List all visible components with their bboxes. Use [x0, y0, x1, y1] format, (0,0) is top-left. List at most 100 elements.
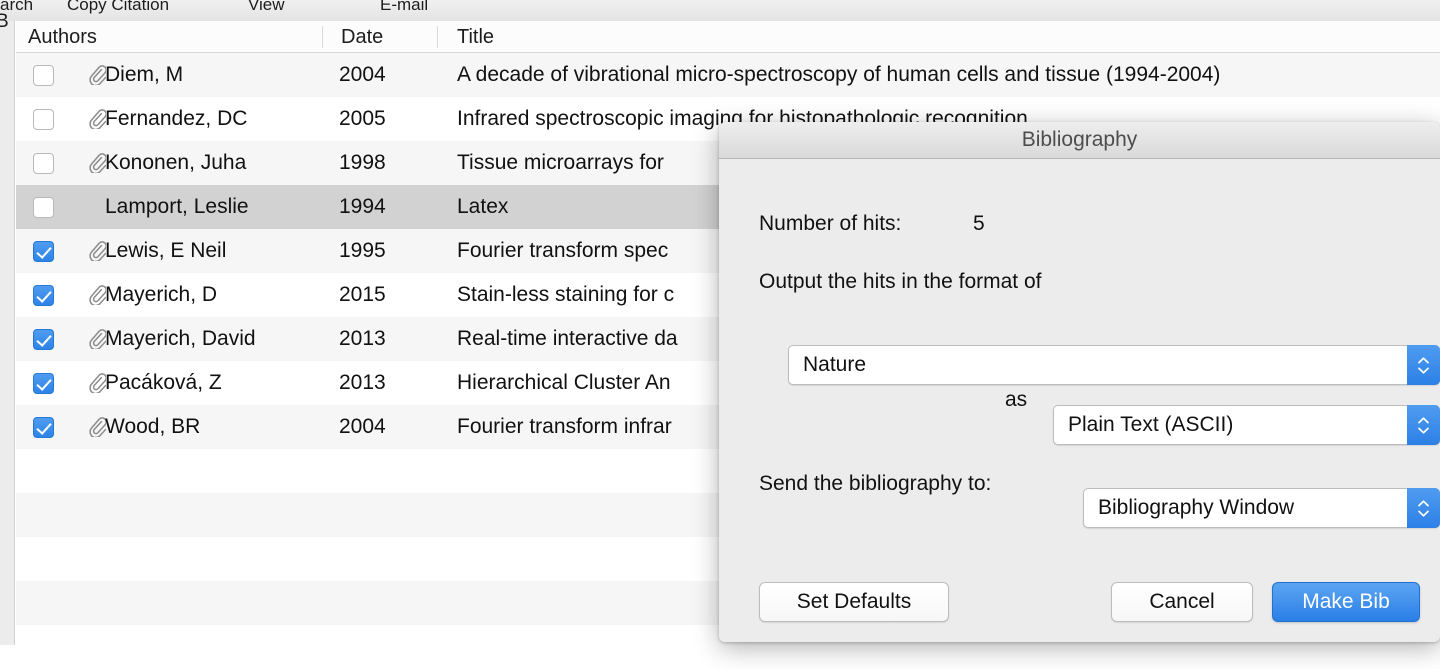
column-divider[interactable]	[437, 26, 438, 48]
dialog-body: Number of hits: 5 Output the hits in the…	[719, 160, 1440, 642]
row-title: Latex	[457, 195, 508, 219]
row-authors: Pacáková, Z	[105, 371, 222, 395]
bibliography-dialog: Bibliography Number of hits: 5 Output th…	[719, 122, 1440, 642]
chevron-down-icon	[1418, 510, 1429, 517]
paperclip-icon	[89, 417, 106, 437]
attachment-indicator[interactable]	[89, 241, 106, 261]
row-title: Real-time interactive da	[457, 327, 678, 351]
column-header-authors[interactable]: Authors	[28, 26, 97, 49]
row-date: 1995	[339, 239, 386, 263]
cancel-button[interactable]: Cancel	[1111, 582, 1253, 622]
paperclip-icon	[89, 329, 106, 349]
application-window: archCopy CitationViewE-mail B Authors Da…	[0, 0, 1440, 645]
row-checkbox[interactable]	[33, 417, 54, 438]
column-divider[interactable]	[322, 26, 323, 48]
attachment-indicator[interactable]	[89, 65, 106, 85]
chevron-down-icon	[1418, 427, 1429, 434]
output-format-label: Output the hits in the format of	[759, 270, 1042, 294]
row-authors: Kononen, Juha	[105, 151, 246, 175]
attachment-indicator[interactable]	[89, 417, 106, 437]
row-title: Hierarchical Cluster An	[457, 371, 671, 395]
row-checkbox[interactable]	[33, 109, 54, 130]
set-defaults-button[interactable]: Set Defaults	[759, 582, 949, 622]
row-authors: Mayerich, David	[105, 327, 256, 351]
row-date: 1998	[339, 151, 386, 175]
row-title: Tissue microarrays for	[457, 151, 664, 175]
row-authors: Wood, BR	[105, 415, 200, 439]
dialog-titlebar[interactable]: Bibliography	[719, 122, 1440, 159]
chevron-up-icon	[1418, 357, 1429, 364]
paperclip-icon	[89, 65, 106, 85]
row-checkbox[interactable]	[33, 153, 54, 174]
sidebar[interactable]: B	[0, 21, 15, 645]
chevron-up-icon	[1418, 417, 1429, 424]
checkbox-checked-icon	[33, 329, 54, 350]
format-dropdown[interactable]: Nature	[788, 345, 1440, 385]
dialog-title: Bibliography	[1022, 128, 1138, 152]
attachment-indicator[interactable]	[89, 109, 106, 129]
send-bibliography-label: Send the bibliography to:	[759, 472, 991, 496]
checkbox-checked-icon	[33, 241, 54, 262]
row-title: Fourier transform infrar	[457, 415, 672, 439]
checkbox-unchecked-icon	[33, 153, 54, 174]
row-authors: Fernandez, DC	[105, 107, 247, 131]
row-date: 2013	[339, 371, 386, 395]
output-type-dropdown[interactable]: Plain Text (ASCII)	[1053, 405, 1440, 445]
row-checkbox[interactable]	[33, 197, 54, 218]
send-to-dropdown[interactable]: Bibliography Window	[1083, 488, 1440, 528]
sidebar-badge: B	[0, 11, 9, 33]
attachment-indicator[interactable]	[89, 329, 106, 349]
toolbar-view[interactable]: View	[248, 0, 285, 15]
paperclip-icon	[89, 285, 106, 305]
number-of-hits-label: Number of hits:	[759, 212, 901, 236]
table-row[interactable]: Diem, M 2004 A decade of vibrational micro…	[16, 53, 1440, 97]
row-checkbox[interactable]	[33, 65, 54, 86]
toolbar-copy-citation[interactable]: Copy Citation	[67, 0, 169, 15]
row-date: 2004	[339, 63, 386, 87]
number-of-hits-value: 5	[973, 212, 985, 236]
send-to-dropdown-stepper[interactable]	[1407, 488, 1440, 528]
paperclip-icon	[89, 109, 106, 129]
attachment-indicator[interactable]	[89, 373, 106, 393]
attachment-indicator[interactable]	[89, 285, 106, 305]
row-authors: Mayerich, D	[105, 283, 217, 307]
row-checkbox[interactable]	[33, 285, 54, 306]
column-header-title[interactable]: Title	[457, 26, 494, 49]
toolbar-email[interactable]: E-mail	[380, 0, 428, 15]
checkbox-checked-icon	[33, 373, 54, 394]
as-label: as	[1005, 388, 1027, 412]
row-authors: Lewis, E Neil	[105, 239, 226, 263]
chevron-down-icon	[1418, 367, 1429, 374]
paperclip-icon	[89, 373, 106, 393]
checkbox-unchecked-icon	[33, 197, 54, 218]
row-date: 2004	[339, 415, 386, 439]
row-date: 2013	[339, 327, 386, 351]
row-authors: Diem, M	[105, 63, 183, 87]
row-title: Stain-less staining for c	[457, 283, 674, 307]
checkbox-checked-icon	[33, 285, 54, 306]
row-checkbox[interactable]	[33, 373, 54, 394]
row-date: 2015	[339, 283, 386, 307]
row-checkbox[interactable]	[33, 329, 54, 350]
toolbar: archCopy CitationViewE-mail	[0, 0, 1440, 21]
column-header-date[interactable]: Date	[341, 26, 383, 49]
output-type-dropdown-stepper[interactable]	[1407, 405, 1440, 445]
row-title: Fourier transform spec	[457, 239, 668, 263]
format-dropdown-stepper[interactable]	[1407, 345, 1440, 385]
row-title: A decade of vibrational micro-spectrosco…	[457, 63, 1220, 87]
format-dropdown-value: Nature	[789, 353, 866, 377]
paperclip-icon	[89, 153, 106, 173]
output-type-dropdown-value: Plain Text (ASCII)	[1054, 413, 1233, 437]
chevron-up-icon	[1418, 500, 1429, 507]
checkbox-checked-icon	[33, 417, 54, 438]
row-date: 2005	[339, 107, 386, 131]
attachment-indicator[interactable]	[89, 153, 106, 173]
checkbox-unchecked-icon	[33, 65, 54, 86]
row-checkbox[interactable]	[33, 241, 54, 262]
make-bib-button[interactable]: Make Bib	[1272, 582, 1420, 622]
paperclip-icon	[89, 241, 106, 261]
send-to-dropdown-value: Bibliography Window	[1084, 496, 1294, 520]
row-date: 1994	[339, 195, 386, 219]
row-authors: Lamport, Leslie	[105, 195, 249, 219]
checkbox-unchecked-icon	[33, 109, 54, 130]
